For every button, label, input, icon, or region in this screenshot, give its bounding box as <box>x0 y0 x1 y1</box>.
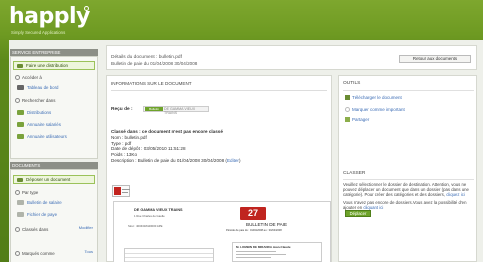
payslip-logo: 27 <box>240 207 266 220</box>
meta-classe: Classé dans : ce document n'est pas enco… <box>111 129 223 134</box>
sender-name: DE GAMMA VIEUX TRAINS <box>164 107 196 115</box>
document-icon <box>17 212 24 217</box>
divider <box>343 179 474 180</box>
directory-icon <box>17 122 24 127</box>
payslip-employee: M. LOMBIN DE MIRANDA Jean-Claude <box>236 245 291 249</box>
meta-description: Description : Bulletin de paie du 01/04/… <box>111 157 241 163</box>
app-header: happly Simply Secured Applications <box>0 0 483 38</box>
create-folders-link[interactable]: cliquez ici <box>446 192 465 197</box>
sidebar-item-tableau[interactable]: Tableau de bord <box>17 85 59 90</box>
document-title: Détails du document : bulletin.pdf <box>111 55 182 60</box>
classes-dans-radio[interactable]: Classés dans <box>15 227 48 232</box>
users-icon <box>17 134 24 139</box>
payslip-title: BULLETIN DE PAIE <box>246 222 288 227</box>
car-icon <box>17 85 24 90</box>
pdf-file-icon[interactable] <box>112 185 130 197</box>
recu-label: Reçu de : <box>111 107 133 112</box>
document-metadata: Classé dans : ce document n'est pas enco… <box>111 129 241 164</box>
distributions-icon <box>17 110 24 115</box>
distribution-icon <box>17 64 23 68</box>
payslip-table <box>124 248 214 262</box>
tools-heading: OUTILS <box>343 81 361 86</box>
edit-description-link[interactable]: Editer <box>227 158 239 163</box>
classer-no-folders: Vous n'avez pas encore de dossiers.Vous … <box>343 200 467 210</box>
par-type-radio[interactable]: Par type <box>15 190 38 195</box>
payslip-preview: DE GAMMA VIEUX TRAINS 1 Rue Charles de G… <box>113 201 331 262</box>
sidebar-section-title-service: SERVICE ENTREPRISE <box>10 49 98 56</box>
upload-icon <box>17 178 23 182</box>
sidebar-section-title-documents: DOCUMENTS <box>10 162 98 169</box>
back-to-documents-button[interactable]: Retour aux documents <box>399 55 471 63</box>
sender-tag: Bulletin DE GAMMA VIEUX TRAINS <box>143 106 209 115</box>
payslip-company: DE GAMMA VIEUX TRAINS <box>134 208 183 212</box>
sidebar-box-documents: Déposer un document Par type Bulletin de… <box>10 169 98 262</box>
modifier-link[interactable]: Modifier <box>79 225 93 230</box>
sidebar-item-bulletin[interactable]: Bulletin de salaire <box>17 200 62 205</box>
document-info-panel: INFORMATIONS SUR LE DOCUMENT Reçu de : B… <box>106 75 332 262</box>
deposer-document-button[interactable]: Déposer un document <box>13 175 95 184</box>
payslip-period: Période de paie du : 01/04/2008 au : 30/… <box>226 229 282 232</box>
main-panel: Détails du document : bulletin.pdf Bulle… <box>106 45 477 262</box>
tagline: Simply Secured Applications <box>11 30 66 35</box>
sidebar-item-annuaire-salaries[interactable]: Annuaire salariés <box>17 122 61 127</box>
logo-mark-icon <box>84 6 89 11</box>
divider <box>111 90 327 91</box>
classer-instructions: Veuillez sélectionner le dossier de dest… <box>343 182 469 197</box>
payslip-employee-box: M. LOMBIN DE MIRANDA Jean-Claude <box>232 242 322 262</box>
tools-panel: OUTILS Télécharger le document Marquer c… <box>338 75 477 262</box>
info-heading: INFORMATIONS SUR LE DOCUMENT <box>111 81 192 86</box>
sidebar-item-fichier-paye[interactable]: Fichier de paye <box>17 212 57 217</box>
deplacer-button[interactable]: Déplacer <box>345 210 371 217</box>
new-distribution-button[interactable]: Faire une distribution <box>13 61 95 70</box>
download-icon <box>345 95 350 100</box>
document-subtitle: Bulletin de paie du 01/04/2008 30/04/200… <box>111 61 198 66</box>
share-link[interactable]: Partager <box>345 117 369 122</box>
divider <box>343 90 474 91</box>
mark-important-link[interactable]: Marquer comme important <box>345 107 405 112</box>
payslip-address: 1 Rue Charles de Gaulle <box>134 214 165 218</box>
tous-link[interactable]: Tous <box>85 249 93 254</box>
rechercher-radio[interactable]: Rechercher dans <box>15 98 55 103</box>
sender-badge: Bulletin <box>145 107 163 111</box>
share-icon <box>345 117 350 122</box>
download-link[interactable]: Télécharger le document <box>345 95 402 100</box>
document-title-box: Détails du document : bulletin.pdf Bulle… <box>106 45 477 70</box>
star-icon <box>345 107 350 112</box>
payslip-siret: Siret : 4004318440000 APE <box>128 224 163 228</box>
document-icon <box>17 200 24 205</box>
classer-heading: CLASSER <box>343 171 366 176</box>
page-content: SERVICE ENTREPRISE Faire une distributio… <box>9 40 483 262</box>
app-logo[interactable]: happly <box>9 4 90 29</box>
acceder-radio[interactable]: Accéder à <box>15 75 42 80</box>
sidebar-item-distributions[interactable]: Distributions <box>17 110 51 115</box>
sidebar-box-service: Faire une distribution Accéder à Tableau… <box>10 56 98 159</box>
marques-comme-radio[interactable]: Marqués comme <box>15 251 55 256</box>
sidebar-item-annuaire-utilisateurs[interactable]: Annuaire utilisateurs <box>17 134 67 139</box>
